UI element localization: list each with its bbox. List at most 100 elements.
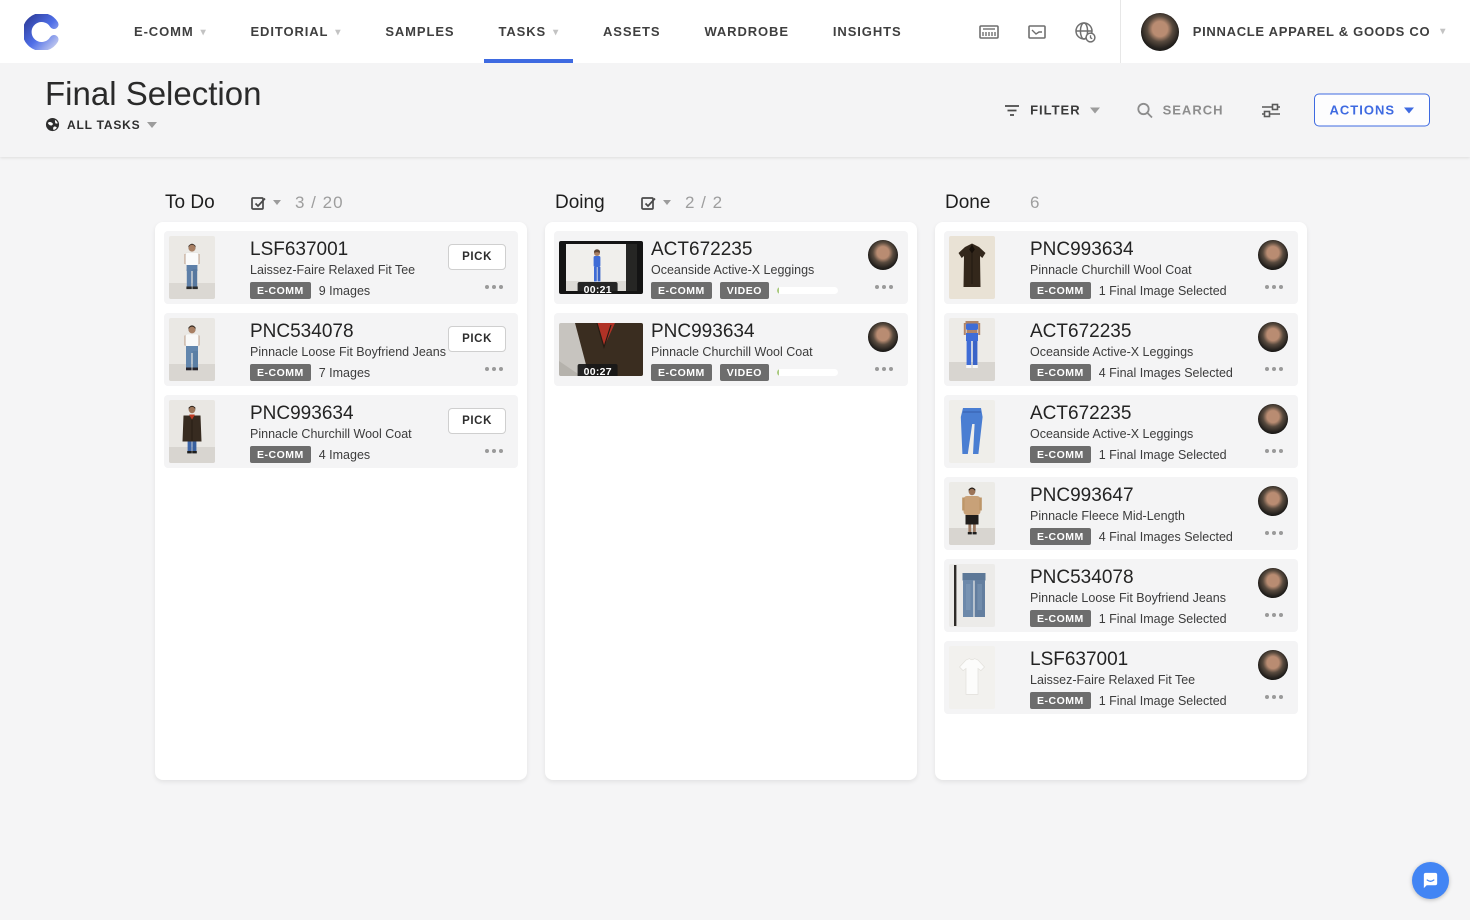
card-meta-row: E-COMM4 Final Images Selected bbox=[1030, 364, 1228, 381]
search-button[interactable]: SEARCH bbox=[1136, 101, 1224, 119]
task-card[interactable]: PNC993634Pinnacle Churchill Wool CoatE-C… bbox=[944, 231, 1298, 304]
task-card[interactable]: LSF637001Laissez-Faire Relaxed Fit TeeE-… bbox=[944, 641, 1298, 714]
card-text: ACT672235Oceanside Active-X LeggingsE-CO… bbox=[651, 239, 838, 299]
caret-down-icon bbox=[663, 200, 671, 205]
column-card-list: PNC993634Pinnacle Churchill Wool CoatE-C… bbox=[935, 222, 1307, 780]
nav-item-samples[interactable]: SAMPLES bbox=[363, 0, 476, 63]
card-menu-button[interactable] bbox=[485, 364, 503, 374]
org-switcher[interactable]: PINNACLE APPAREL & GOODS CO ▾ bbox=[1193, 24, 1446, 39]
card-code: ACT672235 bbox=[651, 239, 838, 260]
card-text: PNC993634Pinnacle Churchill Wool CoatE-C… bbox=[1030, 239, 1228, 299]
card-meta-row: E-COMM4 Final Images Selected bbox=[1030, 528, 1228, 545]
column-header: To Do3 / 20 bbox=[155, 183, 527, 222]
task-card[interactable]: PNC534078Pinnacle Loose Fit Boyfriend Je… bbox=[944, 559, 1298, 632]
caret-down-icon bbox=[1090, 107, 1100, 113]
nav-item-wardrobe[interactable]: WARDROBE bbox=[682, 0, 810, 63]
card-code: PNC993634 bbox=[651, 321, 838, 342]
card-text: ACT672235Oceanside Active-X LeggingsE-CO… bbox=[1030, 321, 1228, 381]
task-card[interactable]: PNC993647Pinnacle Fleece Mid-LengthE-COM… bbox=[944, 477, 1298, 550]
card-code: PNC993634 bbox=[250, 403, 448, 424]
card-meta-row: E-COMMVIDEO bbox=[651, 282, 838, 299]
caret-down-icon bbox=[1404, 107, 1414, 113]
pick-button[interactable]: PICK bbox=[448, 244, 506, 270]
card-code: LSF637001 bbox=[1030, 649, 1228, 670]
card-thumbnail: 00:27 bbox=[559, 323, 643, 376]
globe-icon bbox=[45, 117, 60, 132]
activity-icon[interactable] bbox=[1024, 19, 1050, 45]
card-meta-text: 4 Images bbox=[319, 448, 370, 462]
card-menu-button[interactable] bbox=[1265, 446, 1283, 456]
column-header: Doing2 / 2 bbox=[545, 183, 917, 222]
card-menu-button[interactable] bbox=[1265, 364, 1283, 374]
card-thumbnail bbox=[949, 646, 995, 709]
nav-item-editorial[interactable]: EDITORIAL▾ bbox=[228, 0, 363, 63]
scope-label: ALL TASKS bbox=[67, 118, 140, 132]
pick-button[interactable]: PICK bbox=[448, 408, 506, 434]
search-label: SEARCH bbox=[1163, 103, 1224, 118]
nav-item-label: INSIGHTS bbox=[833, 24, 902, 39]
card-thumbnail bbox=[949, 236, 995, 299]
assignee-avatar bbox=[1258, 568, 1288, 598]
card-text: PNC534078Pinnacle Loose Fit Boyfriend Je… bbox=[1030, 567, 1228, 627]
e-comm-badge: E-COMM bbox=[250, 282, 311, 299]
card-product-name: Pinnacle Churchill Wool Coat bbox=[1030, 263, 1228, 277]
task-card[interactable]: PNC534078Pinnacle Loose Fit Boyfriend Je… bbox=[164, 313, 518, 386]
card-meta-text: 7 Images bbox=[319, 366, 370, 380]
nav-item-e-comm[interactable]: E-COMM▾ bbox=[112, 0, 228, 63]
task-card[interactable]: PNC993634Pinnacle Churchill Wool CoatE-C… bbox=[164, 395, 518, 468]
org-name: PINNACLE APPAREL & GOODS CO bbox=[1193, 24, 1431, 39]
card-menu-button[interactable] bbox=[1265, 282, 1283, 292]
e-comm-badge: E-COMM bbox=[1030, 282, 1091, 299]
task-card[interactable]: ACT672235Oceanside Active-X LeggingsE-CO… bbox=[944, 313, 1298, 386]
card-text: PNC993634Pinnacle Churchill Wool CoatE-C… bbox=[250, 403, 448, 463]
column-done: Done6PNC993634Pinnacle Churchill Wool Co… bbox=[935, 183, 1307, 780]
task-card[interactable]: ACT672235Oceanside Active-X LeggingsE-CO… bbox=[944, 395, 1298, 468]
app-logo[interactable] bbox=[24, 14, 60, 50]
task-card[interactable]: 00:21ACT672235Oceanside Active-X Legging… bbox=[554, 231, 908, 304]
column-doing: Doing2 / 2 00:21ACT672235Oceanside Active… bbox=[545, 183, 917, 780]
card-menu-button[interactable] bbox=[1265, 610, 1283, 620]
card-product-name: Oceanside Active-X Leggings bbox=[1030, 427, 1228, 441]
card-menu-button[interactable] bbox=[875, 282, 893, 292]
checkbox-check-icon bbox=[250, 194, 267, 211]
caret-down-icon bbox=[273, 200, 281, 205]
card-menu-button[interactable] bbox=[1265, 692, 1283, 702]
globe-clock-icon[interactable] bbox=[1072, 19, 1098, 45]
chat-launcher-button[interactable] bbox=[1412, 862, 1449, 899]
assignee-avatar bbox=[1258, 650, 1288, 680]
nav-item-assets[interactable]: ASSETS bbox=[581, 0, 682, 63]
user-avatar[interactable] bbox=[1141, 13, 1179, 51]
filter-button[interactable]: FILTER bbox=[1003, 102, 1100, 118]
nav-item-tasks[interactable]: TASKS▾ bbox=[476, 0, 581, 63]
nav-item-label: WARDROBE bbox=[704, 24, 788, 39]
kanban-board: To Do3 / 20 LSF637001Laissez-Faire Relaxe… bbox=[155, 183, 1307, 780]
header-controls: FILTER SEARCH ACTIONS bbox=[1003, 94, 1430, 127]
card-meta-row: E-COMM4 Images bbox=[250, 446, 448, 463]
card-meta-row: E-COMM7 Images bbox=[250, 364, 448, 381]
column-select-menu[interactable] bbox=[640, 194, 671, 211]
card-meta-text: 4 Final Images Selected bbox=[1099, 366, 1233, 380]
chevron-down-icon: ▾ bbox=[201, 27, 207, 38]
card-menu-button[interactable] bbox=[485, 282, 503, 292]
nav-divider bbox=[1120, 0, 1121, 63]
e-comm-badge: E-COMM bbox=[651, 282, 712, 299]
actions-button[interactable]: ACTIONS bbox=[1314, 94, 1431, 127]
task-card[interactable]: 00:27PNC993634Pinnacle Churchill Wool Co… bbox=[554, 313, 908, 386]
card-menu-button[interactable] bbox=[1265, 528, 1283, 538]
card-menu-button[interactable] bbox=[875, 364, 893, 374]
column-select-menu[interactable] bbox=[250, 194, 281, 211]
card-thumbnail bbox=[169, 318, 215, 381]
nav-item-insights[interactable]: INSIGHTS bbox=[811, 0, 924, 63]
barcode-icon[interactable] bbox=[976, 19, 1002, 45]
card-text: ACT672235Oceanside Active-X LeggingsE-CO… bbox=[1030, 403, 1228, 463]
nav-item-label: TASKS bbox=[498, 24, 546, 39]
view-settings-button[interactable] bbox=[1260, 100, 1282, 120]
card-meta-text: 1 Final Image Selected bbox=[1099, 448, 1227, 462]
pick-button[interactable]: PICK bbox=[448, 326, 506, 352]
e-comm-badge: E-COMM bbox=[1030, 692, 1091, 709]
card-code: PNC534078 bbox=[250, 321, 448, 342]
card-menu-button[interactable] bbox=[485, 446, 503, 456]
task-card[interactable]: LSF637001Laissez-Faire Relaxed Fit TeeE-… bbox=[164, 231, 518, 304]
card-thumbnail bbox=[949, 400, 995, 463]
card-text: PNC993634Pinnacle Churchill Wool CoatE-C… bbox=[651, 321, 838, 381]
